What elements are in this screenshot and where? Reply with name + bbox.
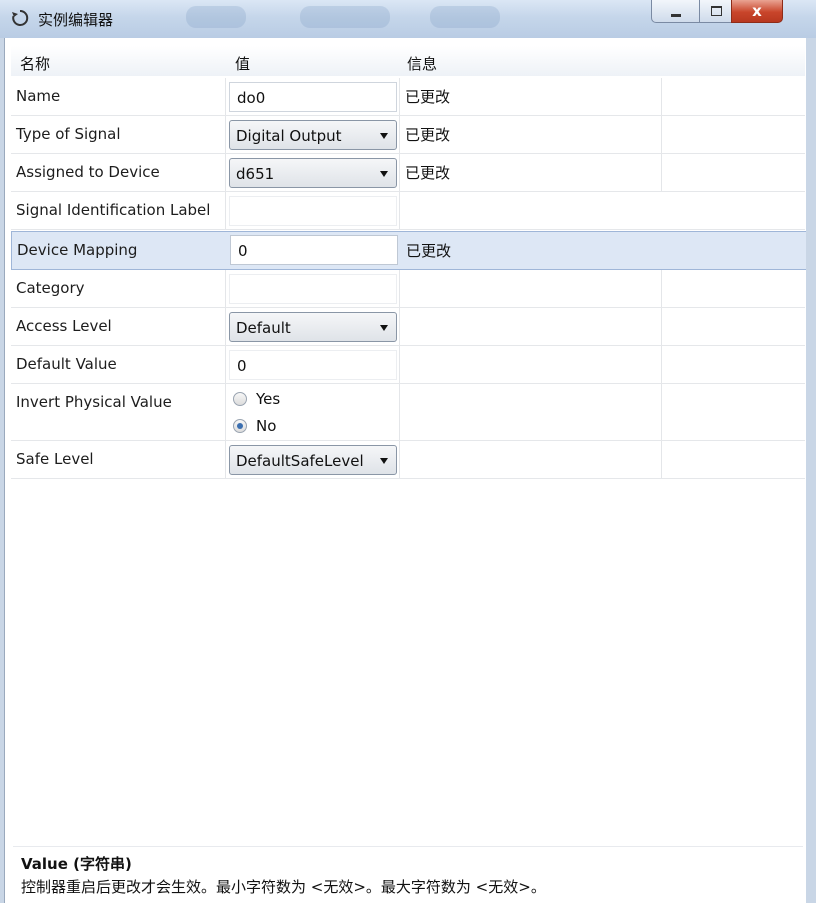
device-mapping-input[interactable]: 0: [230, 235, 398, 265]
name-input[interactable]: do0: [229, 82, 397, 112]
title-bar: 实例编辑器 x: [0, 0, 816, 38]
column-header-name: 名称: [20, 55, 51, 73]
default-value-input[interactable]: 0: [229, 350, 397, 380]
info-changed: 已更改: [405, 164, 451, 182]
column-divider: [225, 308, 226, 345]
dropdown-value: Default: [236, 319, 291, 337]
property-row-name[interactable]: Name do0 已更改: [11, 78, 805, 116]
column-divider: [225, 441, 226, 478]
background-blur: [186, 6, 246, 28]
column-divider: [661, 346, 662, 383]
info-changed: 已更改: [405, 88, 451, 106]
property-grid-panel: 名称 值 信息 Name do0 已更改 Type of Signal Digi…: [4, 38, 808, 903]
column-divider: [661, 270, 662, 307]
type-of-signal-dropdown[interactable]: Digital Output: [229, 120, 397, 150]
dropdown-value: d651: [236, 165, 275, 183]
property-label: Name: [16, 87, 61, 105]
signal-id-label-input[interactable]: [229, 196, 397, 226]
close-button[interactable]: x: [731, 0, 783, 23]
column-divider: [399, 384, 400, 440]
maximize-icon: [710, 6, 722, 16]
dropdown-value: DefaultSafeLevel: [236, 452, 364, 470]
info-changed: 已更改: [405, 126, 451, 144]
info-changed: 已更改: [406, 242, 452, 260]
description-text: 控制器重启后更改才会生效。最小字符数为 <无效>。最大字符数为 <无效>。: [21, 878, 546, 896]
column-divider: [661, 78, 662, 115]
property-label: Category: [16, 279, 85, 297]
column-divider: [661, 441, 662, 478]
column-divider: [661, 116, 662, 153]
property-label: Invert Physical Value: [16, 393, 172, 411]
background-blur: [300, 6, 390, 28]
radio-label: No: [256, 417, 277, 435]
window-frame-edge: [806, 38, 816, 903]
column-divider: [399, 116, 400, 153]
column-divider: [225, 384, 226, 440]
column-divider: [225, 116, 226, 153]
column-divider: [399, 192, 400, 229]
column-divider: [399, 346, 400, 383]
window-title: 实例编辑器: [38, 11, 114, 29]
property-label: Assigned to Device: [16, 163, 160, 181]
radio-no[interactable]: No: [233, 417, 276, 435]
radio-checked-icon: [233, 419, 247, 433]
dropdown-value: Digital Output: [236, 127, 342, 145]
column-header-info: 信息: [407, 55, 438, 73]
dropdown-arrow-icon: [380, 171, 388, 177]
background-blur: [430, 6, 500, 28]
column-divider: [225, 270, 226, 307]
property-label: Signal Identification Label: [16, 201, 211, 219]
property-row-invert-physical-value[interactable]: Invert Physical Value Yes No: [11, 384, 805, 441]
property-row-type-of-signal[interactable]: Type of Signal Digital Output 已更改: [11, 116, 805, 154]
maximize-button[interactable]: [699, 0, 733, 23]
property-row-category[interactable]: Category: [11, 270, 805, 308]
property-row-access-level[interactable]: Access Level Default: [11, 308, 805, 346]
dropdown-arrow-icon: [380, 133, 388, 139]
property-label: Access Level: [16, 317, 112, 335]
column-divider: [399, 78, 400, 115]
safe-level-dropdown[interactable]: DefaultSafeLevel: [229, 445, 397, 475]
description-title: Value (字符串): [21, 855, 132, 873]
column-header-value: 值: [235, 55, 251, 73]
column-divider: [225, 346, 226, 383]
access-level-dropdown[interactable]: Default: [229, 312, 397, 342]
column-divider: [661, 308, 662, 345]
radio-unchecked-icon: [233, 392, 247, 406]
property-label: Device Mapping: [17, 241, 138, 259]
minimize-button[interactable]: [651, 0, 701, 23]
property-row-signal-id-label[interactable]: Signal Identification Label: [11, 192, 805, 230]
column-divider: [225, 192, 226, 229]
column-divider: [399, 270, 400, 307]
radio-label: Yes: [256, 390, 281, 408]
property-row-device-mapping[interactable]: Device Mapping 0 已更改: [11, 231, 807, 270]
property-row-assigned-device[interactable]: Assigned to Device d651 已更改: [11, 154, 805, 192]
column-divider: [661, 154, 662, 191]
property-label: Default Value: [16, 355, 117, 373]
close-icon: x: [752, 2, 762, 20]
dropdown-arrow-icon: [380, 325, 388, 331]
radio-yes[interactable]: Yes: [233, 390, 280, 408]
column-divider: [399, 154, 400, 191]
column-divider: [225, 154, 226, 191]
column-divider: [399, 441, 400, 478]
category-input[interactable]: [229, 274, 397, 304]
property-label: Type of Signal: [16, 125, 121, 143]
dropdown-arrow-icon: [380, 458, 388, 464]
grid-header: 名称 值 信息: [11, 46, 805, 76]
property-label: Safe Level: [16, 450, 94, 468]
column-divider: [225, 78, 226, 115]
minimize-icon: [671, 13, 681, 17]
column-divider: [399, 308, 400, 345]
property-row-safe-level[interactable]: Safe Level DefaultSafeLevel: [11, 441, 805, 479]
app-icon: [12, 9, 29, 26]
assigned-device-dropdown[interactable]: d651: [229, 158, 397, 188]
column-divider: [661, 384, 662, 440]
property-row-default-value[interactable]: Default Value 0: [11, 346, 805, 384]
